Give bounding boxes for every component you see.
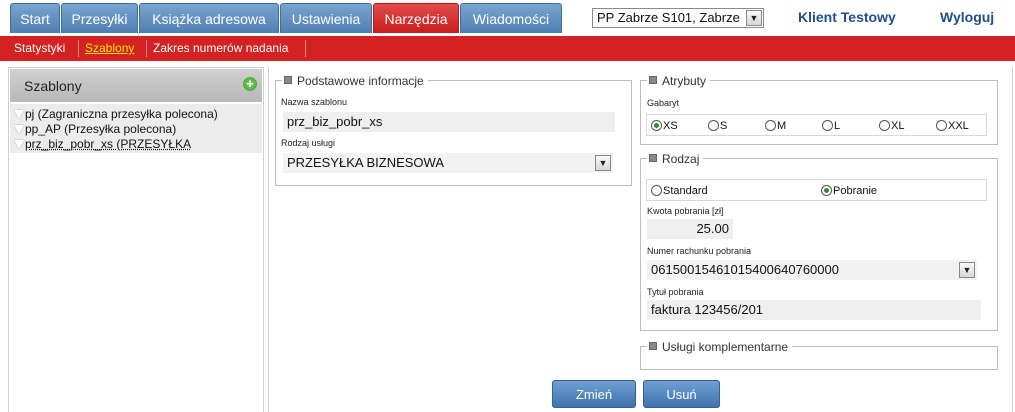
radio-label: Pobranie [833, 185, 878, 197]
legend-text: Usługi komplementarne [662, 340, 789, 354]
radio-checked-icon [821, 185, 832, 196]
square-icon [649, 76, 657, 84]
radio-pobranie[interactable]: Pobranie [821, 185, 877, 198]
radio-icon [879, 120, 890, 131]
tab-start[interactable]: Start [10, 3, 60, 33]
logout-link[interactable]: Wyloguj [940, 9, 994, 25]
square-icon [649, 342, 657, 350]
list-item-label: pp_AP (Przesyłka polecona) [25, 122, 177, 136]
delete-button[interactable]: Usuń [643, 380, 720, 408]
subnav-szablony[interactable]: Szablony [85, 36, 134, 61]
account-label: Numer rachunku pobrania [647, 246, 752, 256]
client-name-link[interactable]: Klient Testowy [798, 9, 896, 25]
radio-label: XL [891, 120, 905, 132]
location-select[interactable]: PP Zabrze S101, Zabrze ▼ [592, 8, 764, 28]
template-name-label: Nazwa szablonu [281, 97, 348, 107]
change-button[interactable]: Zmień [552, 380, 636, 408]
legend-text: Atrybuty [662, 74, 707, 88]
basic-info-legend: Podstawowe informacje [282, 74, 428, 88]
templates-panel-title: Szablony [24, 78, 82, 94]
square-icon [284, 76, 292, 84]
service-type-select[interactable]: PRZESYŁKA BIZNESOWA ▼ [283, 153, 613, 173]
gabaryt-label: Gabaryt [647, 98, 680, 108]
triangle-down-icon [14, 110, 24, 120]
list-item-label: prz_biz_pobr_xs (PRZESYŁKA [25, 137, 192, 151]
account-select[interactable]: 06150015461015400640760000 ▼ [647, 260, 977, 280]
subnav-separator [78, 40, 79, 57]
tab-wiadomosci[interactable]: Wiadomości [460, 3, 562, 33]
template-item-pj[interactable]: pj (Zagraniczna przesyłka polecona) [14, 107, 218, 122]
tab-przesylki[interactable]: Przesyłki [61, 3, 138, 33]
subnav-separator [146, 40, 147, 57]
attributes-legend: Atrybuty [647, 74, 711, 88]
radio-icon [765, 120, 776, 131]
triangle-down-icon [14, 140, 24, 150]
list-item-label: pj (Zagraniczna przesyłka polecona) [25, 107, 218, 121]
account-value: 06150015461015400640760000 [651, 262, 839, 277]
radio-label: S [720, 120, 728, 132]
tab-narzedzia[interactable]: Narzędzia [373, 3, 459, 33]
radio-s[interactable]: S [708, 120, 727, 133]
amount-label: Kwota pobrania [zł] [647, 206, 724, 216]
radio-label: Standard [663, 185, 708, 197]
template-item-pp-ap[interactable]: pp_AP (Przesyłka polecona) [14, 122, 176, 137]
service-type-value: PRZESYŁKA BIZNESOWA [287, 155, 445, 170]
template-item-prz-biz-pobr-xs[interactable]: prz_biz_pobr_xs (PRZESYŁKA [14, 137, 191, 152]
radio-xxl[interactable]: XXL [936, 120, 969, 133]
sub-navigation: Statystyki Szablony Zakres numerów nadan… [0, 36, 1015, 61]
radio-icon [708, 120, 719, 131]
payment-title-label: Tytuł pobrania [647, 287, 704, 297]
radio-xl[interactable]: XL [879, 120, 904, 133]
legend-text: Podstawowe informacje [297, 74, 424, 88]
radio-icon [822, 120, 833, 131]
radio-xs[interactable]: XS [651, 120, 678, 133]
payment-title-input[interactable]: faktura 123456/201 [647, 300, 981, 320]
chevron-down-icon[interactable]: ▼ [746, 10, 762, 26]
radio-label: M [777, 120, 787, 132]
template-name-input[interactable]: prz_biz_pobr_xs [283, 112, 615, 132]
tab-ksiazka-adresowa[interactable]: Książka adresowa [139, 3, 279, 33]
extra-services-legend[interactable]: Usługi komplementarne [647, 340, 793, 354]
add-icon[interactable]: + [243, 77, 257, 91]
radio-icon [651, 185, 662, 196]
radio-label: XS [663, 120, 678, 132]
content-border [268, 67, 269, 412]
chevron-down-icon[interactable]: ▼ [595, 155, 611, 171]
radio-standard[interactable]: Standard [651, 185, 708, 198]
content-border [1012, 67, 1013, 412]
legend-text: Rodzaj [662, 152, 700, 166]
radio-label: XXL [948, 120, 969, 132]
triangle-down-icon [14, 125, 24, 135]
radio-l[interactable]: L [822, 120, 840, 133]
radio-checked-icon [651, 120, 662, 131]
radio-m[interactable]: M [765, 120, 786, 133]
kind-legend: Rodzaj [647, 152, 704, 166]
tab-ustawienia[interactable]: Ustawienia [280, 3, 372, 33]
radio-icon [936, 120, 947, 131]
subnav-zakres-numerow[interactable]: Zakres numerów nadania [153, 36, 288, 61]
radio-label: L [834, 120, 841, 132]
square-icon [649, 154, 657, 162]
chevron-down-icon[interactable]: ▼ [959, 262, 975, 278]
amount-input[interactable]: 25.00 [647, 219, 733, 239]
subnav-statystyki[interactable]: Statystyki [14, 36, 65, 61]
service-type-label: Rodzaj usługi [281, 138, 336, 148]
location-select-value: PP Zabrze S101, Zabrze [597, 10, 740, 25]
subnav-separator [305, 40, 306, 57]
